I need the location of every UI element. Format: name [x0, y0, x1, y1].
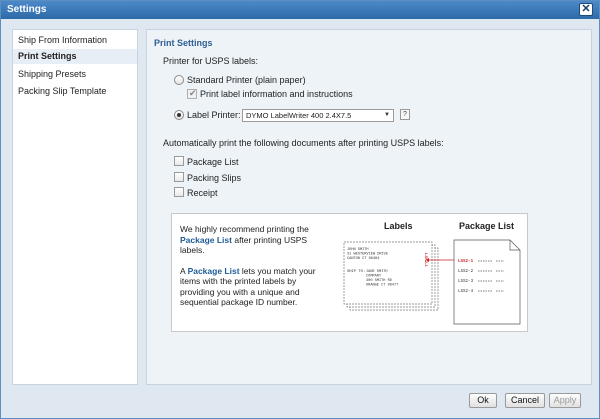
ship-to-label: SHIP TO:: [347, 270, 365, 274]
sidebar-item-print-settings[interactable]: Print Settings: [13, 49, 137, 64]
cancel-button[interactable]: Cancel: [505, 393, 545, 408]
help-button[interactable]: ?: [400, 109, 410, 120]
package-list-info-box: We highly recommend printing the Package…: [171, 213, 528, 332]
receipt-label: Receipt: [187, 188, 218, 198]
help-icon: ?: [403, 111, 407, 118]
sidebar-item-packing-slip-template[interactable]: Packing Slip Template: [13, 84, 137, 99]
info-text: We highly recommend printing the Package…: [180, 224, 328, 308]
printer-for-label: Printer for USPS labels:: [163, 56, 259, 66]
labels-package-list-illustration: Labels Package List JOHN SMITH 31 WESTER…: [343, 221, 521, 325]
settings-dialog: Settings ✕ Ship From Information Print S…: [0, 0, 600, 419]
print-settings-panel: Print Settings Printer for USPS labels: …: [146, 29, 592, 385]
label-from-line: 31 WESTERVIEW DRIVE: [347, 253, 388, 257]
label-printer-select[interactable]: DYMO LabelWriter 400 2.4X7.5 ▼: [242, 109, 394, 122]
print-info-checkbox[interactable]: [187, 88, 197, 99]
package-list-label: Package List: [187, 157, 239, 167]
package-list-row-id: LSS2-1: [458, 260, 474, 264]
info-paragraph-2: A Package List lets you match your items…: [180, 266, 328, 308]
ship-to-line: JANE SMITH: [366, 270, 388, 274]
packing-slips-label: Packing Slips: [187, 173, 242, 183]
standard-printer-radio[interactable]: [174, 75, 184, 85]
info-paragraph-1: We highly recommend printing the Package…: [180, 224, 328, 256]
auto-print-label: Automatically print the following docume…: [163, 138, 444, 148]
ship-to-line: COMPANY: [366, 275, 382, 279]
sidebar-item-label: Ship From Information: [18, 35, 108, 45]
sidebar-item-shipping-presets[interactable]: Shipping Presets: [13, 67, 137, 82]
labels-heading: Labels: [384, 221, 413, 231]
sidebar-item-label: Print Settings: [18, 51, 77, 61]
ok-button[interactable]: Ok: [469, 393, 497, 408]
standard-printer-label: Standard Printer (plain paper): [187, 75, 306, 85]
settings-sidebar: Ship From Information Print Settings Shi…: [12, 29, 138, 385]
label-printer-radio[interactable]: [174, 110, 184, 120]
ship-to-line: ORANGE CT 06477: [366, 284, 398, 288]
ship-to-line: 400 SMITH RD: [366, 279, 392, 283]
chevron-down-icon: ▼: [384, 112, 390, 118]
package-list-link: Package List: [187, 265, 240, 276]
ok-button-label: Ok: [477, 395, 489, 405]
info-text-segment: We highly recommend printing the: [180, 224, 309, 234]
label-printer-label: Label Printer:: [187, 110, 241, 120]
sidebar-item-ship-from-information[interactable]: Ship From Information: [13, 33, 137, 48]
close-button[interactable]: ✕: [579, 3, 593, 16]
info-text-segment: A: [180, 265, 188, 276]
packing-slips-checkbox[interactable]: [174, 172, 184, 182]
label-printer-value: DYMO LabelWriter 400 2.4X7.5: [246, 111, 352, 120]
cancel-button-label: Cancel: [510, 395, 539, 405]
package-list-heading: Package List: [459, 221, 514, 231]
sidebar-item-label: Packing Slip Template: [18, 86, 107, 96]
receipt-checkbox[interactable]: [174, 187, 184, 197]
print-info-label: Print label information and instructions: [200, 89, 353, 99]
package-list-row-id: LSS2-3: [458, 280, 474, 284]
label-from-line: CANTON CT 06484: [347, 257, 379, 261]
package-list-row-id: LSS2-2: [458, 270, 474, 274]
panel-title: Print Settings: [154, 38, 213, 48]
sidebar-item-label: Shipping Presets: [18, 69, 87, 79]
label-from-line: JOHN SMITH: [347, 248, 369, 252]
close-icon: ✕: [581, 3, 591, 15]
dialog-title: Settings: [7, 4, 47, 15]
apply-button-label: Apply: [553, 395, 577, 405]
apply-button[interactable]: Apply: [549, 393, 581, 408]
package-list-checkbox[interactable]: [174, 156, 184, 166]
package-list-row-id: LSS2-4: [458, 290, 474, 294]
package-list-link: Package List: [180, 234, 232, 245]
title-bar: Settings ✕: [1, 1, 599, 19]
